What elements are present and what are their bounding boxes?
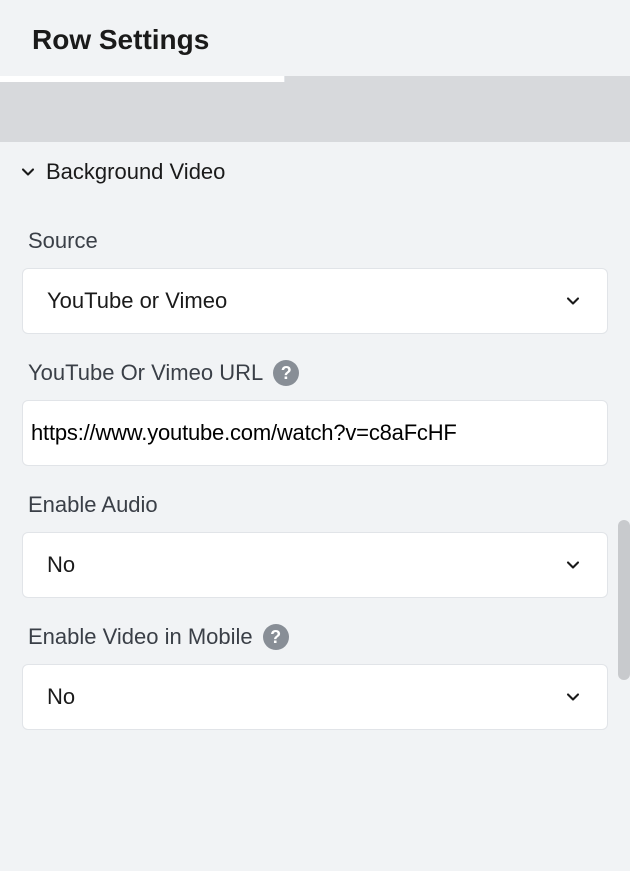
panel-title: Row Settings bbox=[32, 24, 598, 56]
chevron-down-icon bbox=[563, 291, 583, 311]
section-header-wrapper: Background Video bbox=[0, 82, 630, 202]
section-header[interactable]: Background Video bbox=[0, 142, 298, 202]
field-url: YouTube Or Vimeo URL ? https://www.youtu… bbox=[0, 334, 630, 466]
field-enable-video-mobile: Enable Video in Mobile ? No bbox=[0, 598, 630, 730]
source-select-value: YouTube or Vimeo bbox=[47, 288, 563, 314]
url-input[interactable]: https://www.youtube.com/watch?v=c8aFcHF bbox=[22, 400, 608, 466]
field-enable-audio-label-row: Enable Audio bbox=[22, 492, 608, 518]
field-enable-video-mobile-label-row: Enable Video in Mobile ? bbox=[22, 624, 608, 650]
enable-audio-select-value: No bbox=[47, 552, 563, 578]
enable-video-mobile-select[interactable]: No bbox=[22, 664, 608, 730]
field-url-label-row: YouTube Or Vimeo URL ? bbox=[22, 360, 608, 386]
chevron-down-icon bbox=[18, 162, 38, 182]
field-source-label-row: Source bbox=[22, 228, 608, 254]
section-title: Background Video bbox=[46, 159, 225, 185]
field-url-label: YouTube Or Vimeo URL bbox=[28, 360, 263, 386]
scrollbar-thumb[interactable] bbox=[618, 520, 630, 680]
source-select[interactable]: YouTube or Vimeo bbox=[22, 268, 608, 334]
enable-audio-select[interactable]: No bbox=[22, 532, 608, 598]
field-enable-audio: Enable Audio No bbox=[0, 466, 630, 598]
field-source-label: Source bbox=[28, 228, 98, 254]
panel-header: Row Settings bbox=[0, 0, 630, 76]
field-source: Source YouTube or Vimeo bbox=[0, 202, 630, 334]
section-header-bg bbox=[0, 82, 630, 142]
help-icon[interactable]: ? bbox=[273, 360, 299, 386]
field-enable-audio-label: Enable Audio bbox=[28, 492, 158, 518]
url-input-value: https://www.youtube.com/watch?v=c8aFcHF bbox=[31, 420, 457, 446]
field-enable-video-mobile-label: Enable Video in Mobile bbox=[28, 624, 253, 650]
help-icon[interactable]: ? bbox=[263, 624, 289, 650]
chevron-down-icon bbox=[563, 555, 583, 575]
enable-video-mobile-select-value: No bbox=[47, 684, 563, 710]
chevron-down-icon bbox=[563, 687, 583, 707]
